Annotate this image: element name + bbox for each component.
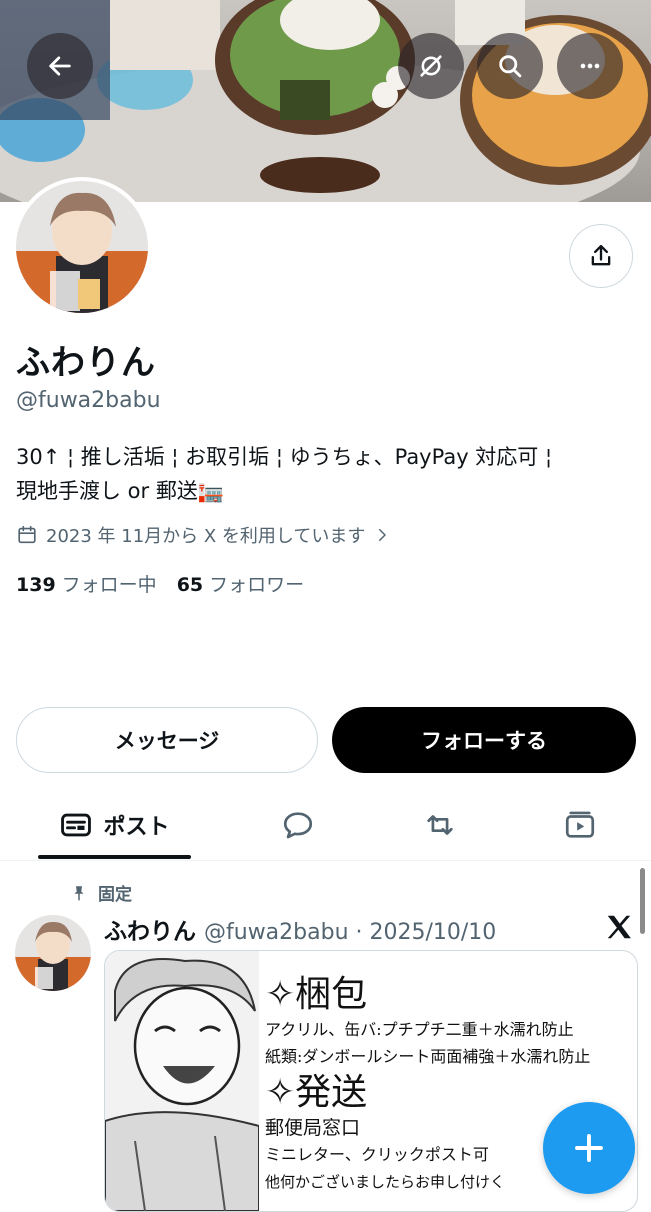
back-button[interactable] xyxy=(27,33,93,99)
card-heading-packing: ✧梱包 xyxy=(265,974,368,1015)
post-author-name[interactable]: ふわりん xyxy=(104,912,196,946)
posts-icon xyxy=(61,813,92,837)
tab-replies[interactable] xyxy=(260,790,336,860)
active-tab-indicator xyxy=(38,855,191,859)
card-line: ミニレター、クリックポスト可 xyxy=(265,1145,489,1164)
card-line: 郵便局窓口 xyxy=(265,1117,361,1139)
calendar-icon xyxy=(18,525,36,544)
bio-line: 現地手渡し or 郵送🏣 xyxy=(16,479,224,503)
follow-stats: 139 フォロー中 65 フォロワー xyxy=(16,570,304,597)
pin-icon xyxy=(74,885,84,900)
replies-icon xyxy=(283,812,313,839)
following-label: フォロー中 xyxy=(61,574,157,596)
joined-text: 2023 年 11月から X を利用しています xyxy=(46,526,366,547)
card-heading-shipping: ✧発送 xyxy=(265,1072,368,1113)
display-name: ふわりん xyxy=(16,343,156,383)
profile-tabs: ポスト xyxy=(0,790,651,861)
scrollbar[interactable] xyxy=(640,868,645,934)
share-icon xyxy=(591,244,611,266)
card-line: アクリル、缶バ:プチプチ二重＋水濡れ防止 xyxy=(265,1020,574,1039)
back-arrow-icon xyxy=(49,56,71,76)
post-avatar[interactable] xyxy=(15,915,91,991)
following-count: 139 xyxy=(16,574,56,596)
plus-icon xyxy=(575,1134,603,1162)
tab-posts-label: ポスト xyxy=(103,815,170,840)
joined-date[interactable]: 2023 年 11月から X を利用しています xyxy=(16,522,391,548)
grok-icon xyxy=(420,55,442,77)
tab-media[interactable] xyxy=(542,790,618,860)
share-button[interactable] xyxy=(569,224,633,288)
following-link[interactable]: 139 フォロー中 xyxy=(16,570,157,597)
followers-link[interactable]: 65 フォロワー xyxy=(177,570,304,597)
more-icon xyxy=(580,63,600,69)
bio-line: 30↑ ¦ 推し活垢 ¦ お取引垢 ¦ ゆうちょ、PayPay 対応可 ¦ xyxy=(16,445,553,469)
grok-button[interactable] xyxy=(398,33,464,99)
tab-posts[interactable]: ポスト xyxy=(38,790,191,860)
pinned-indicator: 固定 xyxy=(70,880,132,905)
pinned-label: 固定 xyxy=(98,885,132,905)
post-media-illustration xyxy=(105,951,259,1211)
follow-button[interactable]: フォローする xyxy=(332,707,636,773)
card-line: 他何かございましたらお申し付けく xyxy=(265,1173,506,1191)
followers-label: フォロワー xyxy=(209,574,305,596)
search-icon xyxy=(499,55,522,78)
profile-banner xyxy=(0,0,651,202)
x-logo-icon[interactable] xyxy=(604,912,634,942)
media-icon xyxy=(565,811,595,838)
compose-button[interactable] xyxy=(543,1102,635,1194)
profile-avatar[interactable] xyxy=(12,177,152,317)
banner-image xyxy=(0,0,651,202)
followers-count: 65 xyxy=(176,574,204,596)
chevron-right-icon xyxy=(379,529,387,541)
post-author-meta[interactable]: @fuwa2babu · 2025/10/10 xyxy=(204,920,496,945)
tab-reposts[interactable] xyxy=(402,790,478,860)
profile-bio: 30↑ ¦ 推し活垢 ¦ お取引垢 ¦ ゆうちょ、PayPay 対応可 ¦ 現地… xyxy=(16,440,636,508)
post-header: ふわりん @fuwa2babu · 2025/10/10 xyxy=(104,912,496,946)
avatar-image xyxy=(16,181,148,313)
reposts-icon xyxy=(427,815,453,835)
user-handle: @fuwa2babu xyxy=(16,388,161,413)
search-button[interactable] xyxy=(477,33,543,99)
message-button[interactable]: メッセージ xyxy=(16,707,318,773)
more-button[interactable] xyxy=(557,33,623,99)
